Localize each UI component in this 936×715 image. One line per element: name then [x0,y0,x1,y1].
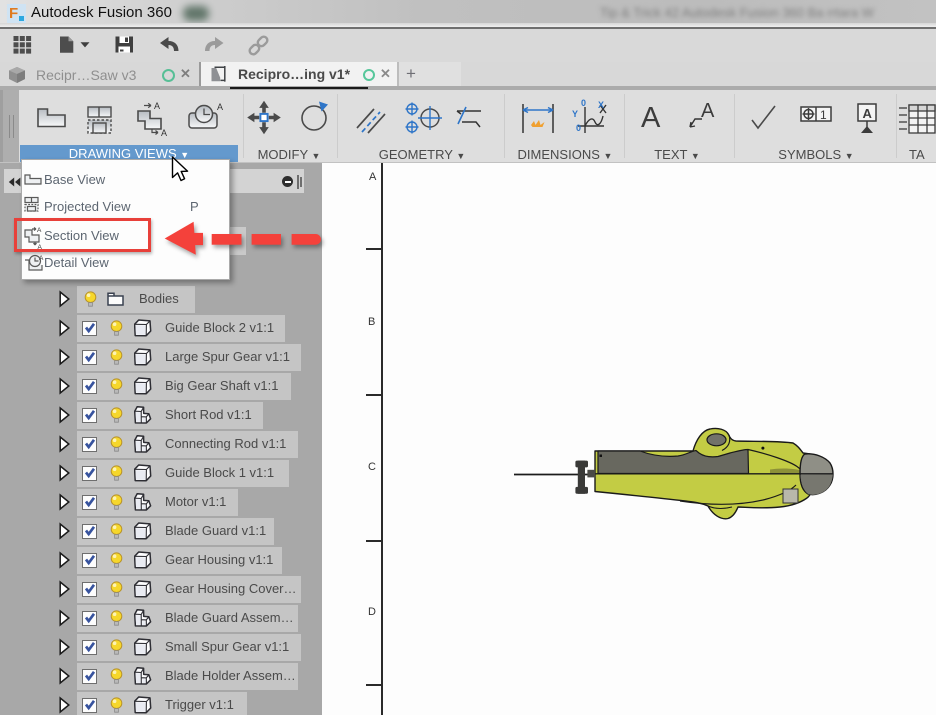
svg-text:Y: Y [572,109,578,119]
svg-text:A: A [39,255,44,262]
svg-text:A: A [154,101,160,111]
svg-text:A: A [701,100,715,122]
svg-text:A: A [161,128,167,138]
svg-text:A: A [863,106,873,121]
svg-text:0: 0 [581,98,586,108]
svg-text:1: 1 [820,108,827,122]
svg-text:A: A [217,102,223,112]
svg-text:0: 0 [576,123,581,133]
svg-text:X: X [598,100,604,110]
svg-text:A: A [641,102,661,134]
